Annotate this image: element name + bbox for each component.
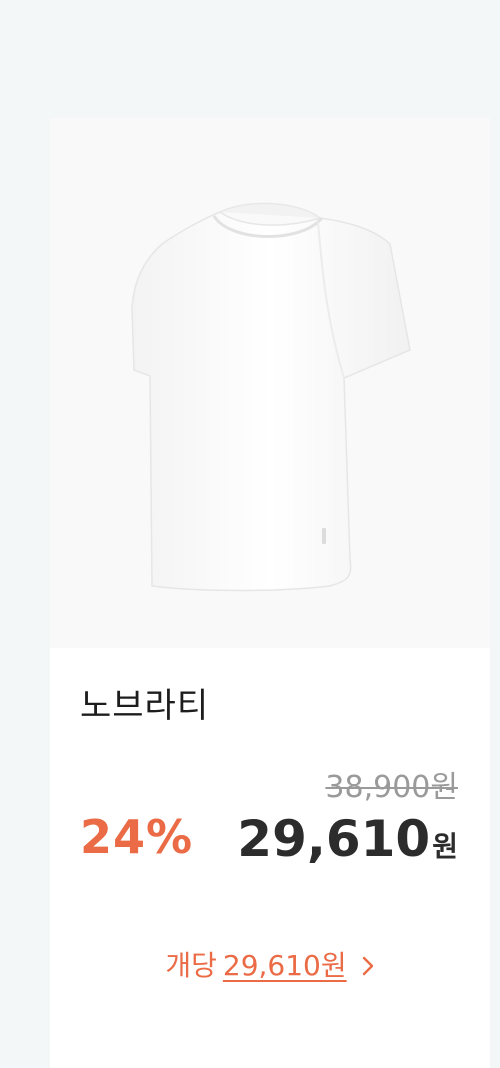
final-price-amount: 29,610 [237,810,431,868]
product-image[interactable] [50,118,490,648]
discount-rate: 24% [80,810,194,864]
chevron-right-icon [361,951,375,984]
final-price: 29,610 원 [237,810,458,868]
product-name: 노브라티 [80,686,210,726]
unit-price-value: 29,610원 [222,949,347,982]
tshirt-image [131,202,411,592]
unit-price-link[interactable]: 개당 29,610원 [50,944,490,984]
final-price-unit: 원 [432,830,458,863]
original-price: 38,900원 [325,770,458,805]
product-card[interactable]: 노브라티 38,900원 24% 29,610 원 개당 29,610원 [50,118,490,1068]
unit-price-prefix: 개당 [165,949,217,982]
